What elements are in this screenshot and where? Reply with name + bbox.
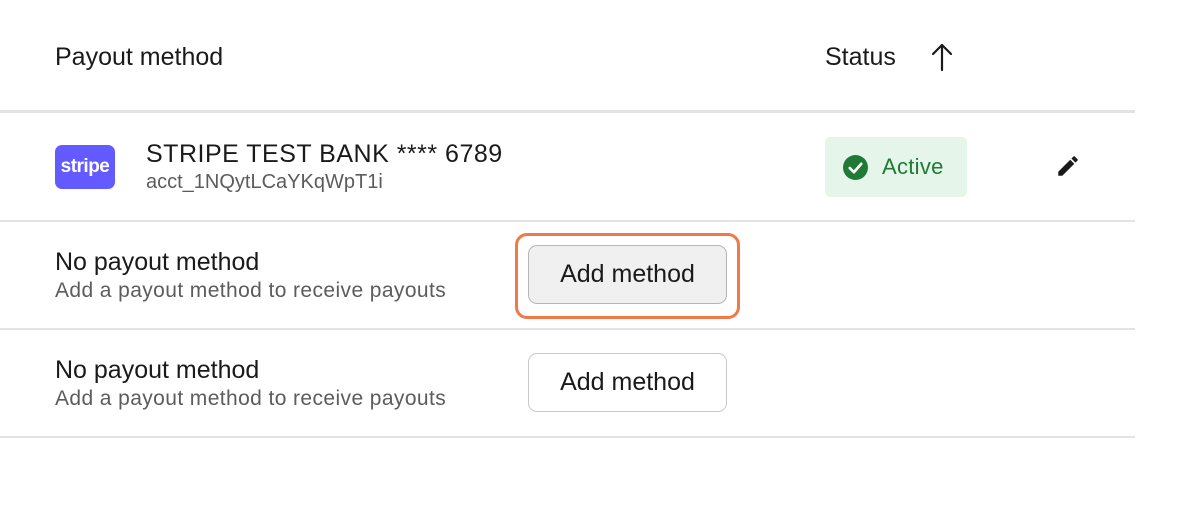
add-method-button[interactable]: Add method <box>528 245 727 304</box>
status-badge: Active <box>825 137 967 197</box>
empty-payout-subtitle: Add a payout method to receive payouts <box>55 387 447 410</box>
payout-methods-table: Payout method Status stripe STRIPE TEST … <box>0 0 1135 528</box>
sort-ascending-arrow-up-icon[interactable] <box>930 42 954 72</box>
column-header-status[interactable]: Status <box>825 43 896 72</box>
table-row: No payout method Add a payout method to … <box>0 222 1135 330</box>
table-row: stripe STRIPE TEST BANK **** 6789 acct_1… <box>0 113 1135 222</box>
empty-payout-subtitle: Add a payout method to receive payouts <box>55 279 447 302</box>
empty-payout-title: No payout method <box>55 248 260 276</box>
status-text: Active <box>882 154 944 179</box>
add-method-button[interactable]: Add method <box>528 353 727 412</box>
stripe-logo-icon: stripe <box>55 145 115 189</box>
bank-account-name: STRIPE TEST BANK **** 6789 <box>146 140 503 168</box>
empty-payout-title: No payout method <box>55 356 260 384</box>
pencil-icon[interactable] <box>1055 153 1081 179</box>
column-header-payout-method[interactable]: Payout method <box>55 43 223 72</box>
bank-account-id: acct_1NQytLCaYKqWpT1i <box>146 171 383 193</box>
table-row: No payout method Add a payout method to … <box>0 330 1135 438</box>
table-header: Payout method Status <box>0 0 1135 113</box>
check-circle-icon <box>843 154 868 180</box>
